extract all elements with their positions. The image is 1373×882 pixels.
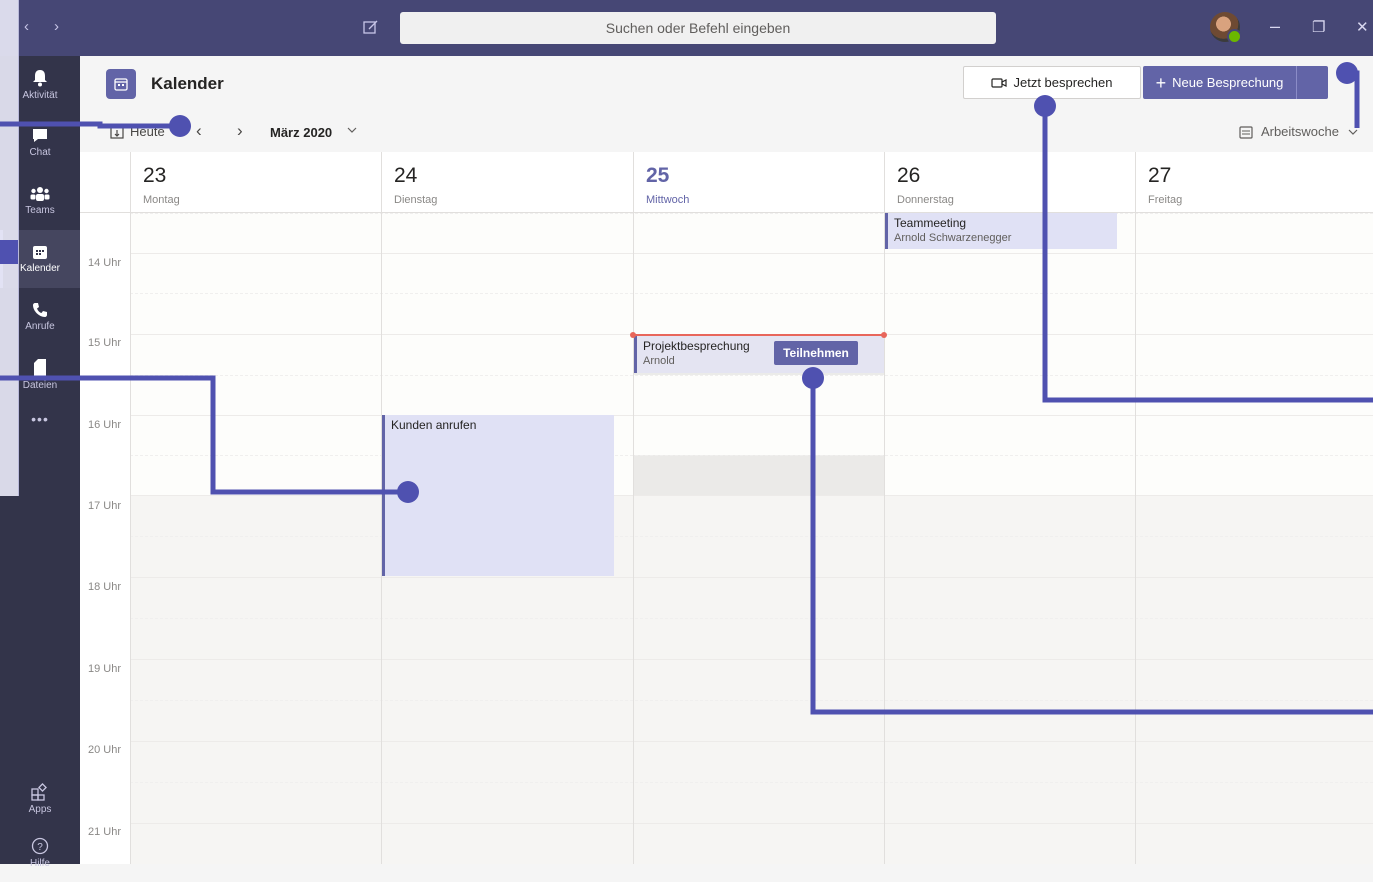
plus-icon: + <box>1155 72 1167 93</box>
day-column-wednesday[interactable] <box>633 213 884 864</box>
compose-icon[interactable] <box>362 18 380 36</box>
current-time-dot <box>630 332 636 338</box>
weekday-label: Montag <box>143 194 180 206</box>
current-time-line <box>633 334 884 336</box>
day-number: 23 <box>143 164 167 187</box>
annotation-panel <box>0 0 19 496</box>
day-header-thursday[interactable]: 26 Donnerstag <box>884 152 1135 212</box>
rail-item-label: Anrufe <box>25 321 55 332</box>
rail-item-label: Chat <box>29 147 51 158</box>
file-icon <box>34 359 46 377</box>
day-header-wednesday[interactable]: 25 Mittwoch <box>633 152 884 212</box>
apps-icon <box>31 783 47 801</box>
new-meeting-button[interactable]: + Neue Besprechung <box>1143 66 1328 99</box>
join-meeting-button[interactable]: Teilnehmen <box>774 341 858 365</box>
weekday-label: Dienstag <box>394 194 438 206</box>
day-header-tuesday[interactable]: 24 Dienstag <box>381 152 633 212</box>
search-placeholder: Suchen oder Befehl eingeben <box>605 20 791 36</box>
calendar-app-icon <box>106 69 136 99</box>
event-kunden-anrufen[interactable]: Kunden anrufen <box>382 415 614 576</box>
search-input[interactable]: Suchen oder Befehl eingeben <box>400 12 996 44</box>
rail-item-label: Aktivität <box>22 90 58 101</box>
meet-now-label: Jetzt besprechen <box>1013 75 1113 90</box>
current-time-dot <box>881 332 887 338</box>
event-title: Teammeeting <box>894 216 967 230</box>
hour-label: 21 Uhr <box>88 826 122 838</box>
hour-label: 19 Uhr <box>88 663 122 675</box>
hour-label: 17 Uhr <box>88 500 122 512</box>
forward-button[interactable]: › <box>54 18 59 35</box>
chevron-down-icon <box>1348 129 1358 135</box>
today-calendar-icon <box>110 125 124 139</box>
day-number: 26 <box>897 164 921 187</box>
page-title: Kalender <box>151 74 224 93</box>
calendar-grid: 23 Montag 24 Dienstag 25 Mittwoch 26 Don… <box>80 152 1373 864</box>
hour-label: 15 Uhr <box>88 337 122 349</box>
day-column-friday[interactable] <box>1135 213 1373 864</box>
week-view-icon <box>1239 125 1253 139</box>
rail-item-hilfe[interactable]: ? Hilfe <box>0 824 80 882</box>
day-header-monday[interactable]: 23 Montag <box>130 152 381 212</box>
new-meeting-dropdown-button[interactable] <box>1296 66 1328 99</box>
page-header: Kalender Jetzt besprechen + Neue Besprec… <box>80 56 1373 113</box>
calendar-toolbar: Heute ‹ › März 2020 Arbeitswoche <box>80 112 1373 153</box>
today-button[interactable]: Heute <box>110 124 165 139</box>
minimize-button[interactable]: – <box>1270 16 1280 37</box>
weekday-label: Mittwoch <box>646 194 690 206</box>
calendar-icon <box>33 246 47 259</box>
today-label: Heute <box>130 124 165 139</box>
chat-icon <box>33 129 47 142</box>
rail-item-apps[interactable]: Apps <box>0 770 80 828</box>
hour-label: 16 Uhr <box>88 419 122 431</box>
help-icon: ? <box>31 837 49 855</box>
title-bar: ‹ › Suchen oder Befehl eingeben – ❐ ✕ <box>0 0 1373 56</box>
meet-now-button[interactable]: Jetzt besprechen <box>963 66 1141 99</box>
video-camera-icon <box>991 77 1008 88</box>
calendar-body: 14 Uhr 15 Uhr 16 Uhr 17 Uhr 18 Uhr 19 Uh… <box>80 213 1373 864</box>
chevron-down-icon[interactable] <box>346 124 358 136</box>
previous-week-button[interactable]: ‹ <box>196 121 202 141</box>
weekday-label: Freitag <box>1148 194 1183 206</box>
hour-label: 20 Uhr <box>88 744 122 756</box>
weekday-label: Donnerstag <box>897 194 954 206</box>
rail-item-label: Teams <box>25 205 55 216</box>
day-header-friday[interactable]: 27 Freitag <box>1135 152 1373 212</box>
day-column-thursday[interactable] <box>884 213 1135 864</box>
view-switcher[interactable]: Arbeitswoche <box>1239 124 1359 139</box>
rail-item-label: Kalender <box>19 263 61 274</box>
avatar[interactable] <box>1210 12 1242 44</box>
back-button[interactable]: ‹ <box>24 18 29 35</box>
phone-icon <box>33 303 47 317</box>
hour-label: 18 Uhr <box>88 581 122 593</box>
month-picker[interactable]: März 2020 <box>270 125 332 140</box>
next-week-button[interactable]: › <box>237 121 243 141</box>
day-number: 24 <box>394 164 418 187</box>
close-button[interactable]: ✕ <box>1356 18 1369 36</box>
day-number: 27 <box>1148 164 1172 187</box>
hour-label: 14 Uhr <box>88 257 122 269</box>
day-number: 25 <box>646 164 670 187</box>
presence-available-icon <box>1227 29 1242 44</box>
event-organizer: Arnold Schwarzenegger <box>894 232 1012 244</box>
new-meeting-label: Neue Besprechung <box>1172 75 1284 90</box>
teams-icon <box>30 187 50 201</box>
bell-icon <box>33 70 47 87</box>
svg-text:?: ? <box>37 842 43 853</box>
rail-item-label: Apps <box>28 804 52 815</box>
day-column-monday[interactable] <box>130 213 381 864</box>
time-gutter-header <box>80 152 130 212</box>
maximize-button[interactable]: ❐ <box>1312 18 1325 36</box>
event-title: Kunden anrufen <box>391 418 477 432</box>
event-teammeeting[interactable]: Teammeeting Arnold Schwarzenegger <box>885 213 1117 249</box>
view-label: Arbeitswoche <box>1260 124 1339 139</box>
